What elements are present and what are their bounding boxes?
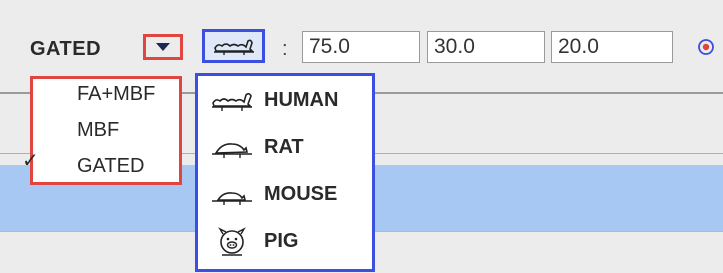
mouse-icon xyxy=(212,192,252,205)
species-label: RAT xyxy=(264,136,304,158)
mode-label: GATED xyxy=(30,38,102,60)
position-field-3[interactable]: 20.0 xyxy=(551,31,673,63)
species-option-mouse[interactable]: MOUSE xyxy=(198,174,372,216)
target-icon[interactable] xyxy=(697,38,715,56)
species-label: MOUSE xyxy=(264,183,338,205)
species-option-pig[interactable]: PIG xyxy=(198,221,372,263)
app-stage: GATED : 75.0 30.0 20.0 FA+MBF MBF GATED … xyxy=(0,0,723,273)
mode-dropdown-menu: FA+MBF MBF GATED xyxy=(30,76,182,185)
human-body-icon xyxy=(212,92,252,111)
species-label: HUMAN xyxy=(264,89,339,111)
mode-option-gated[interactable]: GATED xyxy=(77,155,144,178)
checkmark-icon: ✓ xyxy=(22,150,39,172)
pig-icon xyxy=(218,227,246,256)
rat-icon xyxy=(212,143,252,158)
species-label: PIG xyxy=(264,230,299,252)
separator-colon: : xyxy=(282,38,288,60)
mode-option-mbf[interactable]: MBF xyxy=(77,119,119,142)
species-dropdown-menu: HUMAN RAT MOUSE PIG xyxy=(195,73,375,272)
mode-option-fa-mbf[interactable]: FA+MBF xyxy=(77,83,155,106)
species-dropdown-button[interactable] xyxy=(202,29,265,63)
species-option-human[interactable]: HUMAN xyxy=(198,80,372,122)
position-field-1[interactable]: 75.0 xyxy=(302,31,420,63)
species-option-rat[interactable]: RAT xyxy=(198,127,372,169)
human-body-icon xyxy=(213,39,254,55)
mode-dropdown-button[interactable] xyxy=(143,34,183,60)
position-field-2[interactable]: 30.0 xyxy=(427,31,545,63)
triangle-down-icon xyxy=(156,43,170,51)
